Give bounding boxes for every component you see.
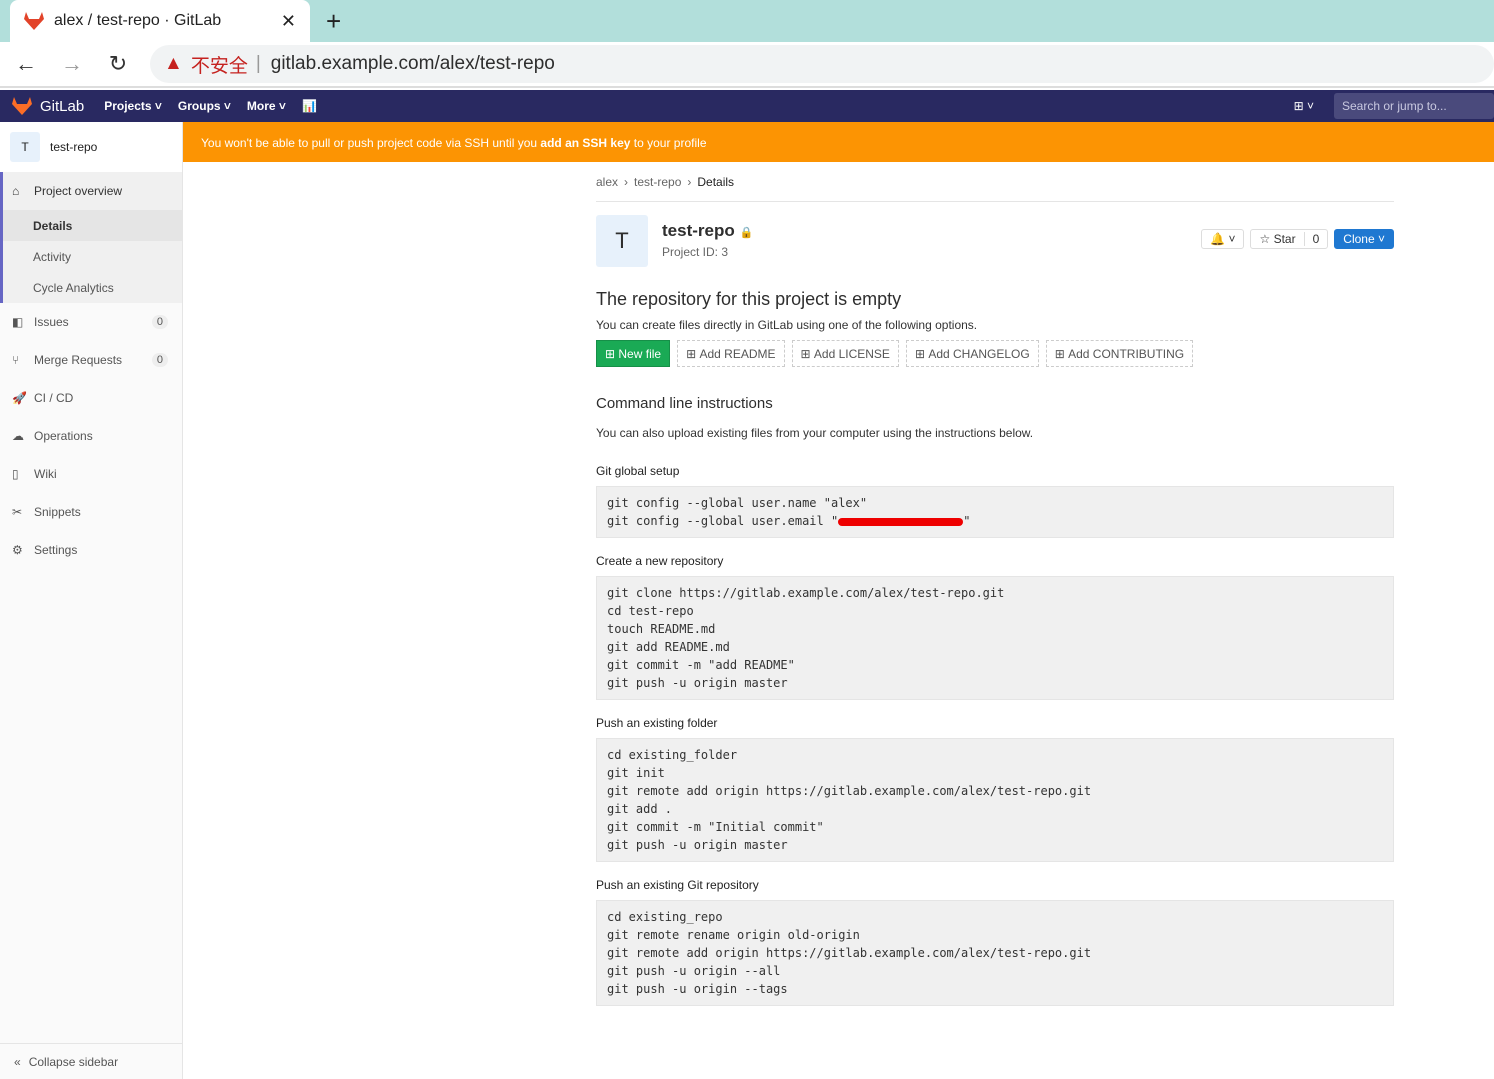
git-global-setup-heading: Git global setup: [596, 464, 680, 478]
sidebar-item-snippets[interactable]: ✂ Snippets: [0, 493, 182, 531]
new-item-icon[interactable]: ⊞ ˅: [1294, 99, 1314, 113]
scissors-icon: ✂: [12, 505, 23, 519]
sidebar-item-details[interactable]: Details: [3, 210, 182, 241]
breadcrumb-alex[interactable]: alex: [596, 175, 618, 189]
breadcrumb-details: Details: [697, 174, 735, 189]
star-button[interactable]: ☆ Star 0: [1250, 229, 1329, 249]
reload-icon[interactable]: ↻: [98, 51, 138, 77]
push-repo-code[interactable]: cd existing_repo git remote rename origi…: [596, 900, 1394, 1006]
url-input[interactable]: ▲ 不安全 | gitlab.example.com/alex/test-rep…: [150, 45, 1494, 83]
notification-dropdown[interactable]: 🔔 ˅: [1201, 229, 1245, 249]
add-ssh-key-link[interactable]: add an SSH key: [540, 136, 630, 150]
back-icon[interactable]: ←: [6, 51, 46, 77]
empty-repo-description: You can create files directly in GitLab …: [596, 318, 978, 332]
book-icon: ▯: [12, 467, 19, 481]
sidebar-project[interactable]: T test-repo: [0, 122, 182, 172]
top-navbar: GitLab Projects ˅ Groups ˅ More ˅ 📊 ⊞ ˅ …: [0, 90, 1494, 122]
sidebar-item-operations[interactable]: ☁ Operations: [0, 417, 182, 455]
url-text: gitlab.example.com/alex/test-repo: [270, 53, 555, 74]
project-avatar: T: [596, 215, 648, 267]
browser-tabbar: alex / test-repo · GitLab ✕ +: [0, 0, 1494, 42]
tab-title: alex / test-repo · GitLab: [54, 12, 222, 29]
project-avatar: T: [10, 132, 40, 162]
insecure-label: 不安全: [190, 55, 248, 77]
double-chevron-left-icon: «: [14, 1054, 21, 1069]
main-content: alex › test-repo › Details T test-repo 🔒 P…: [596, 162, 1394, 1006]
gitlab-logo-icon: [12, 97, 32, 115]
sidebar-item-ci-cd[interactable]: 🚀 CI / CD: [0, 379, 182, 417]
star-icon: ☆: [1259, 232, 1271, 246]
groups-menu[interactable]: Groups ˅: [178, 99, 231, 113]
project-name: test-repo: [50, 140, 98, 154]
address-bar: ← → ↻ ▲ 不安全 | gitlab.example.com/alex/te…: [0, 42, 1494, 88]
projects-menu[interactable]: Projects ˅: [104, 99, 162, 113]
forward-icon[interactable]: →: [52, 51, 92, 77]
merge-requests-count: 0: [151, 353, 168, 367]
push-folder-code[interactable]: cd existing_folder git init git remote a…: [596, 738, 1394, 862]
gear-icon: ⚙: [12, 543, 23, 557]
project-id: Project ID: 3: [662, 245, 729, 259]
home-icon: ⌂: [12, 184, 20, 198]
merge-request-icon: ⑂: [12, 353, 20, 367]
sidebar-item-wiki[interactable]: ▯ Wiki: [0, 455, 182, 493]
sidebar-item-project-overview[interactable]: ⌂ Project overview: [3, 172, 182, 210]
git-global-setup-code[interactable]: git config --global user.name "alex" git…: [596, 486, 1394, 538]
project-title: test-repo: [662, 221, 735, 240]
sidebar-item-activity[interactable]: Activity: [3, 241, 182, 272]
rocket-icon: 🚀: [12, 391, 27, 405]
sidebar-item-settings[interactable]: ⚙ Settings: [0, 531, 182, 569]
add-changelog-button[interactable]: ⊞ Add CHANGELOG: [905, 340, 1039, 367]
warning-icon: ▲: [164, 53, 183, 74]
new-tab-icon[interactable]: +: [326, 6, 341, 37]
sidebar-item-merge-requests[interactable]: ⑂ Merge Requests 0: [0, 341, 182, 379]
add-contributing-button[interactable]: ⊞ Add CONTRIBUTING: [1045, 340, 1194, 367]
clone-dropdown[interactable]: Clone ˅: [1334, 229, 1394, 249]
create-repo-code[interactable]: git clone https://gitlab.example.com/ale…: [596, 576, 1394, 700]
cli-heading: Command line instructions: [596, 395, 773, 412]
breadcrumb: alex › test-repo › Details: [596, 162, 1394, 202]
bell-icon: 🔔: [1210, 232, 1226, 246]
browser-tab[interactable]: alex / test-repo · GitLab ✕: [10, 0, 310, 42]
breadcrumb-test-repo[interactable]: test-repo: [634, 175, 681, 189]
gitlab-logo-icon: [24, 12, 44, 30]
cloud-icon: ☁: [12, 429, 24, 443]
gitlab-home-link[interactable]: GitLab: [12, 97, 84, 115]
redacted-email: [838, 517, 964, 526]
empty-repo-heading: The repository for this project is empty: [596, 289, 902, 309]
add-license-button[interactable]: ⊞ Add LICENSE: [791, 340, 899, 367]
push-folder-heading: Push an existing folder: [596, 716, 718, 730]
issues-count: 0: [151, 315, 168, 329]
cli-description: You can also upload existing files from …: [596, 426, 1034, 440]
search-input[interactable]: Search or jump to...: [1334, 93, 1494, 119]
sidebar-item-issues[interactable]: ◧ Issues 0: [0, 303, 182, 341]
push-repo-heading: Push an existing Git repository: [596, 878, 759, 892]
collapse-sidebar-button[interactable]: «Collapse sidebar: [0, 1043, 182, 1079]
more-menu[interactable]: More ˅: [247, 99, 286, 113]
activity-chart-icon[interactable]: 📊: [302, 99, 317, 113]
issues-icon: ◧: [12, 315, 24, 329]
sidebar-item-cycle-analytics[interactable]: Cycle Analytics: [3, 272, 182, 303]
add-readme-button[interactable]: ⊞ Add README: [677, 340, 785, 367]
sidebar: T test-repo ⌂ Project overview Details Ac…: [0, 122, 183, 1079]
brand-name: GitLab: [40, 97, 85, 115]
lock-icon: 🔒: [739, 227, 754, 239]
ssh-warning-banner: You won't be able to pull or push projec…: [183, 122, 1494, 162]
close-tab-icon[interactable]: ✕: [281, 11, 296, 32]
star-count: 0: [1303, 232, 1328, 246]
create-repo-heading: Create a new repository: [596, 554, 724, 568]
new-file-button[interactable]: ⊞ New file: [596, 340, 671, 367]
